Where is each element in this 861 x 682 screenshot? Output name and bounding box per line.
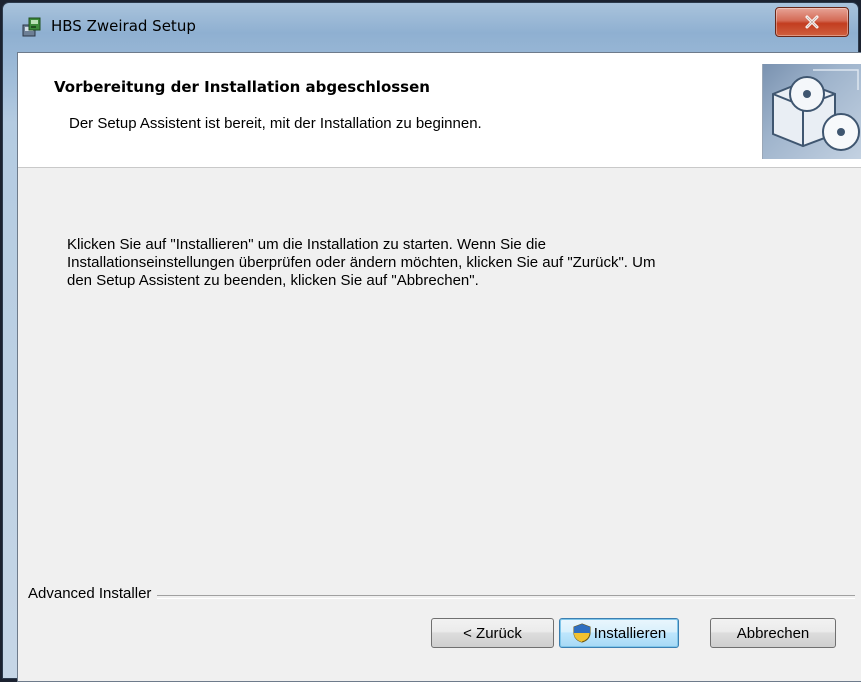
window-title: HBS Zweirad Setup — [51, 17, 196, 35]
setup-window: HBS Zweirad Setup Vorbereitung der Insta… — [2, 2, 861, 682]
banner-title: Vorbereitung der Installation abgeschlos… — [54, 78, 430, 96]
header-banner: Vorbereitung der Installation abgeschlos… — [18, 53, 861, 168]
install-button-label: Installieren — [593, 624, 667, 642]
instruction-text: Klicken Sie auf "Installieren" um die In… — [67, 236, 656, 289]
title-bar[interactable]: HBS Zweirad Setup — [3, 3, 858, 43]
cancel-button[interactable]: Abbrechen — [710, 618, 836, 648]
back-button-label: < Zurück — [463, 624, 522, 642]
dialog-client-area: Vorbereitung der Installation abgeschlos… — [17, 52, 861, 682]
install-button[interactable]: Installieren — [559, 618, 679, 648]
cancel-button-label: Abbrechen — [736, 624, 810, 642]
back-button[interactable]: < Zurück — [431, 618, 554, 648]
advanced-installer-label: Advanced Installer — [28, 585, 158, 602]
setup-disc-icon — [762, 64, 861, 159]
close-button[interactable] — [775, 7, 849, 37]
close-icon — [805, 15, 819, 29]
uac-shield-icon — [573, 623, 591, 643]
installer-app-icon — [22, 17, 41, 37]
banner-subtitle: Der Setup Assistent ist bereit, mit der … — [69, 115, 482, 132]
